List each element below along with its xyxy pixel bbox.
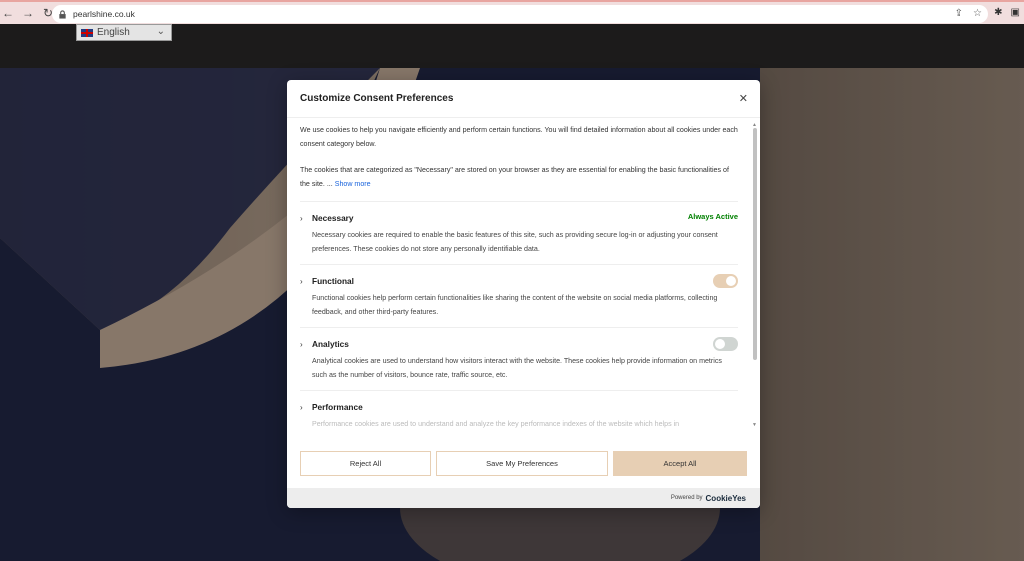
scroll-down-icon[interactable]: ▼	[752, 422, 757, 428]
functional-toggle[interactable]	[713, 274, 738, 288]
modal-actions: Reject All Save My Preferences Accept Al…	[300, 451, 747, 476]
uk-flag-icon	[81, 28, 93, 37]
chevron-down-icon: ⌄	[156, 26, 165, 37]
consent-preferences-modal: Customize Consent Preferences ✕ We use c…	[287, 80, 760, 508]
side-panel-icon[interactable]: ▣	[1011, 7, 1020, 18]
category-name: Necessary	[312, 213, 354, 223]
browser-toolbar: ← → ↻ pearlshine.co.uk ⇪ ☆ ✱ ▣	[0, 0, 1024, 24]
modal-header: Customize Consent Preferences ✕	[287, 80, 760, 118]
chevron-right-icon[interactable]: ›	[300, 277, 312, 286]
modal-scrollbar[interactable]: ▲ ▼	[752, 122, 758, 428]
modal-body: We use cookies to help you navigate effi…	[287, 118, 760, 434]
category-functional[interactable]: › Functional Functional cookies help per…	[300, 264, 738, 327]
accept-all-button[interactable]: Accept All	[613, 451, 747, 476]
category-necessary[interactable]: › Necessary Always Active Necessary cook…	[300, 201, 738, 264]
intro-text: We use cookies to help you navigate effi…	[300, 124, 738, 191]
category-description: Performance cookies are used to understa…	[312, 420, 680, 428]
category-description: Functional cookies help perform certain …	[312, 294, 718, 316]
chevron-right-icon[interactable]: ›	[300, 340, 312, 349]
close-icon[interactable]: ✕	[739, 92, 748, 105]
reject-all-button[interactable]: Reject All	[300, 451, 431, 476]
show-more-link[interactable]: Show more	[335, 180, 371, 188]
bookmark-star-icon[interactable]: ☆	[973, 8, 982, 19]
always-active-label: Always Active	[687, 212, 738, 221]
category-name: Performance	[312, 402, 363, 412]
category-description: Necessary cookies are required to enable…	[312, 231, 718, 253]
category-analytics[interactable]: › Analytics Analytical cookies are used …	[300, 327, 738, 390]
language-selector[interactable]: English ⌄	[76, 24, 172, 41]
chevron-right-icon[interactable]: ›	[300, 214, 312, 223]
intro-paragraph-1: We use cookies to help you navigate effi…	[300, 126, 738, 148]
scroll-thumb[interactable]	[753, 128, 757, 360]
category-performance[interactable]: › Performance Performance cookies are us…	[300, 390, 738, 434]
address-bar[interactable]: pearlshine.co.uk ⇪ ☆	[52, 5, 988, 23]
category-name: Functional	[312, 276, 354, 286]
category-name: Analytics	[312, 339, 349, 349]
cookieyes-logo[interactable]: CookieYes	[706, 494, 746, 503]
category-description: Analytical cookies are used to understan…	[312, 357, 722, 379]
share-icon[interactable]: ⇪	[955, 8, 963, 19]
url-text: pearlshine.co.uk	[73, 9, 135, 19]
forward-icon[interactable]: →	[20, 5, 36, 21]
language-label: English	[97, 27, 130, 38]
chevron-right-icon[interactable]: ›	[300, 403, 312, 412]
extensions-icon[interactable]: ✱	[994, 7, 1002, 18]
powered-by-label: Powered by	[670, 495, 703, 501]
save-preferences-button[interactable]: Save My Preferences	[436, 451, 608, 476]
back-icon[interactable]: ←	[0, 5, 16, 21]
modal-footer: Powered by CookieYes	[287, 488, 760, 508]
modal-title: Customize Consent Preferences	[300, 93, 454, 104]
lock-icon	[59, 9, 66, 19]
intro-paragraph-2: The cookies that are categorized as "Nec…	[300, 164, 738, 191]
analytics-toggle[interactable]	[713, 337, 738, 351]
